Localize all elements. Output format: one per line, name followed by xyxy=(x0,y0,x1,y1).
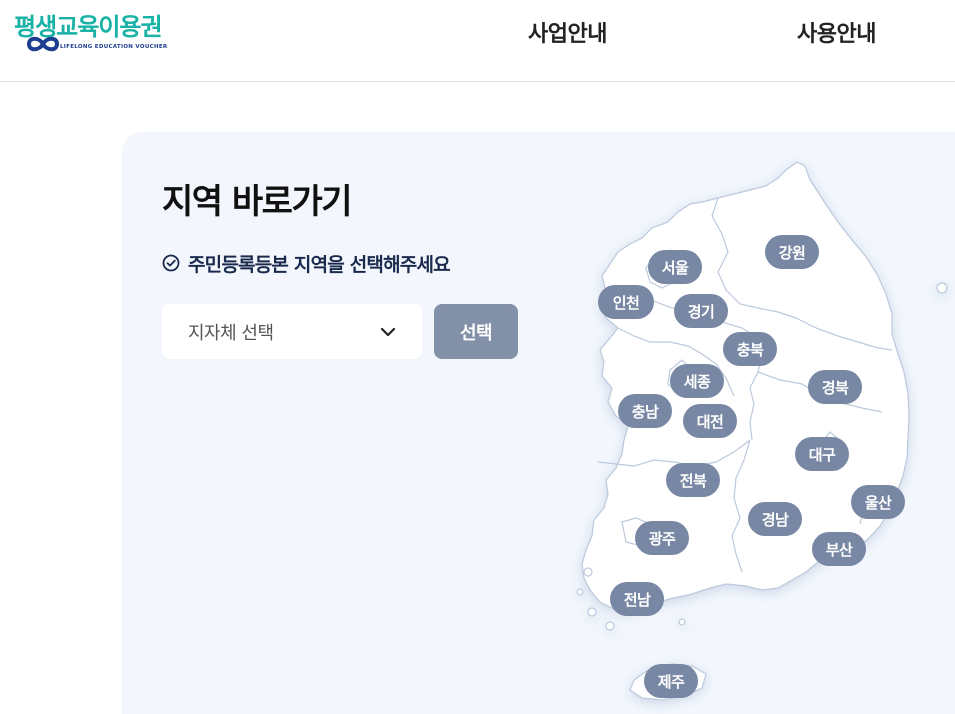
nav-usage-guide[interactable]: 사용안내 xyxy=(797,16,876,48)
logo[interactable]: 평생교육이용권 LIFELONG EDUCATION VOUCHER xyxy=(14,10,174,58)
select-placeholder: 지자체 선택 xyxy=(188,322,274,344)
region-pill-gyeongbuk[interactable]: 경북 xyxy=(808,370,862,404)
region-shortcut-panel: 지역 바로가기 주민등록등본 지역을 선택해주세요 지자체 선택 선택 서울 인… xyxy=(122,132,955,714)
chevron-down-icon xyxy=(380,327,396,336)
region-pill-gyeongnam[interactable]: 경남 xyxy=(748,502,802,536)
region-pill-gwangju[interactable]: 광주 xyxy=(635,521,689,555)
region-pill-seoul[interactable]: 서울 xyxy=(648,250,702,284)
region-pill-ulsan[interactable]: 울산 xyxy=(851,485,905,519)
municipality-select[interactable]: 지자체 선택 xyxy=(162,304,422,359)
nav-business-info[interactable]: 사업안내 xyxy=(528,16,607,48)
region-pill-daejeon[interactable]: 대전 xyxy=(683,404,737,438)
region-pill-jeonbuk[interactable]: 전북 xyxy=(666,463,720,497)
region-pill-chungnam[interactable]: 충남 xyxy=(618,394,672,428)
guide-message: 주민등록등본 지역을 선택해주세요 xyxy=(162,250,451,276)
guide-text: 주민등록등본 지역을 선택해주세요 xyxy=(188,253,451,276)
region-pill-jeju[interactable]: 제주 xyxy=(644,664,698,698)
logo-infinity-icon xyxy=(26,36,60,52)
region-pill-jeonnam[interactable]: 전남 xyxy=(610,582,664,616)
region-pill-daegu[interactable]: 대구 xyxy=(795,437,849,471)
check-circle-icon xyxy=(162,254,180,272)
region-pill-sejong[interactable]: 세종 xyxy=(670,364,724,398)
logo-text-teal-2: 육이용권 xyxy=(77,13,162,41)
region-pill-gangwon[interactable]: 강원 xyxy=(765,235,819,269)
region-pill-busan[interactable]: 부산 xyxy=(812,532,866,566)
site-header: 평생교육이용권 LIFELONG EDUCATION VOUCHER 사업안내 … xyxy=(0,0,955,82)
region-pill-chungbuk[interactable]: 충북 xyxy=(723,332,777,366)
select-button[interactable]: 선택 xyxy=(434,304,518,359)
region-pill-gyeonggi[interactable]: 경기 xyxy=(674,294,728,328)
logo-subtitle: LIFELONG EDUCATION VOUCHER xyxy=(60,44,168,50)
region-pill-incheon[interactable]: 인천 xyxy=(598,285,654,319)
page-title: 지역 바로가기 xyxy=(162,182,353,222)
